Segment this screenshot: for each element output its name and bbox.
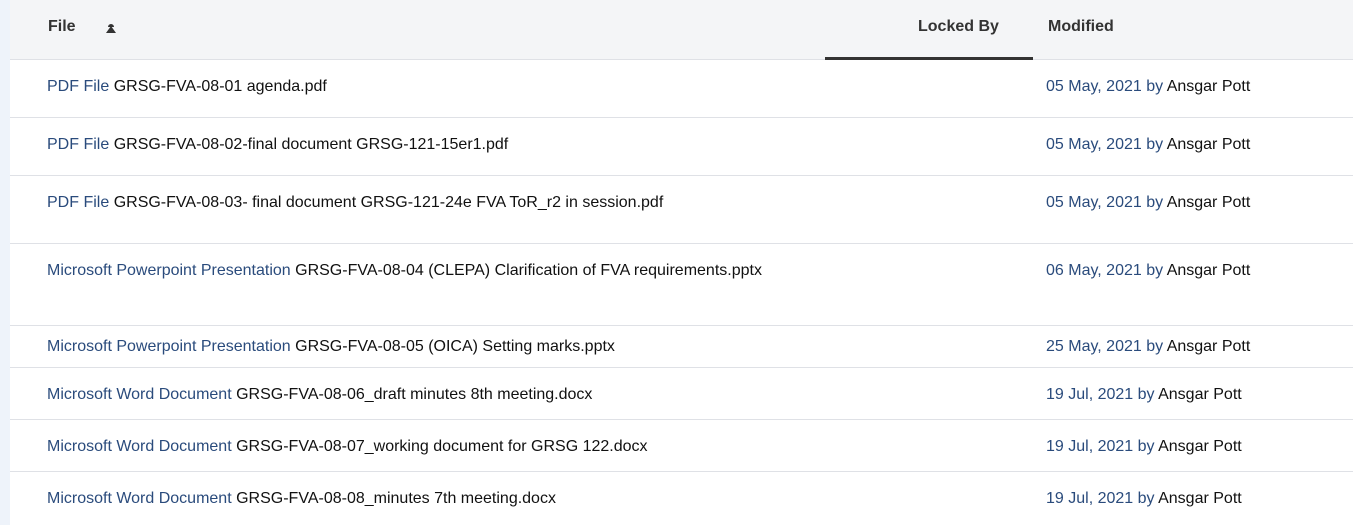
modified-by-label: by (1137, 490, 1155, 507)
modified-cell: 19 Jul, 2021 by Ansgar Pott (1046, 385, 1242, 405)
modified-by-label: by (1137, 386, 1155, 403)
file-cell: Microsoft Word Document GRSG-FVA-08-06_d… (47, 385, 807, 405)
modified-by-label: by (1146, 136, 1164, 153)
modified-user-link[interactable]: Ansgar Pott (1167, 136, 1251, 153)
column-header-locked-by[interactable]: Locked By (918, 18, 999, 36)
modified-cell: 05 May, 2021 by Ansgar Pott (1046, 77, 1250, 97)
modified-by-label: by (1146, 78, 1164, 95)
modified-user-link[interactable]: Ansgar Pott (1158, 438, 1242, 455)
left-margin-strip (0, 0, 10, 525)
modified-cell: 19 Jul, 2021 by Ansgar Pott (1046, 489, 1242, 509)
modified-date: 19 Jul, 2021 (1046, 438, 1134, 455)
column-header-modified[interactable]: Modified (1048, 18, 1114, 36)
file-name-link[interactable]: GRSG-FVA-08-05 (OICA) Setting marks.pptx (295, 338, 615, 355)
modified-date: 19 Jul, 2021 (1046, 490, 1134, 507)
file-name-link[interactable]: GRSG-FVA-08-01 agenda.pdf (114, 78, 327, 95)
modified-date: 25 May, 2021 (1046, 338, 1142, 355)
table-row: PDF File GRSG-FVA-08-03- final document … (10, 176, 1353, 244)
modified-user-link[interactable]: Ansgar Pott (1158, 490, 1242, 507)
modified-date: 19 Jul, 2021 (1046, 386, 1134, 403)
table-row: PDF File GRSG-FVA-08-01 agenda.pdf 05 Ma… (10, 60, 1353, 118)
modified-user-link[interactable]: Ansgar Pott (1167, 338, 1251, 355)
file-type-link[interactable]: PDF File (47, 194, 109, 211)
file-type-link[interactable]: PDF File (47, 78, 109, 95)
table-row: PDF File GRSG-FVA-08-02-final document G… (10, 118, 1353, 176)
file-name-link[interactable]: GRSG-FVA-08-08_minutes 7th meeting.docx (236, 490, 556, 507)
table-row: Microsoft Powerpoint Presentation GRSG-F… (10, 244, 1353, 326)
file-cell: PDF File GRSG-FVA-08-01 agenda.pdf (47, 77, 807, 97)
table-row: Microsoft Word Document GRSG-FVA-08-08_m… (10, 472, 1353, 525)
file-type-link[interactable]: Microsoft Word Document (47, 490, 232, 507)
file-type-link[interactable]: Microsoft Word Document (47, 386, 232, 403)
table-row: Microsoft Word Document GRSG-FVA-08-06_d… (10, 368, 1353, 420)
modified-by-label: by (1146, 338, 1164, 355)
file-name-link[interactable]: GRSG-FVA-08-04 (CLEPA) Clarification of … (295, 262, 762, 279)
file-cell: Microsoft Word Document GRSG-FVA-08-07_w… (47, 437, 807, 457)
modified-user-link[interactable]: Ansgar Pott (1167, 262, 1251, 279)
file-name-link[interactable]: GRSG-FVA-08-06_draft minutes 8th meeting… (236, 386, 592, 403)
modified-by-label: by (1137, 438, 1155, 455)
modified-cell: 05 May, 2021 by Ansgar Pott (1046, 135, 1250, 155)
modified-date: 05 May, 2021 (1046, 78, 1142, 95)
table-header: File Locked By Modified (10, 0, 1353, 60)
file-cell: Microsoft Powerpoint Presentation GRSG-F… (47, 337, 807, 357)
modified-by-label: by (1146, 262, 1164, 279)
modified-user-link[interactable]: Ansgar Pott (1167, 78, 1251, 95)
column-header-file[interactable]: File (48, 18, 76, 36)
attachments-table: File Locked By Modified PDF File GRSG-FV… (10, 0, 1353, 525)
file-type-link[interactable]: Microsoft Powerpoint Presentation (47, 338, 291, 355)
table-row: Microsoft Powerpoint Presentation GRSG-F… (10, 326, 1353, 368)
sort-ascending-icon[interactable] (106, 26, 116, 33)
file-cell: Microsoft Word Document GRSG-FVA-08-08_m… (47, 489, 807, 509)
table-row: Microsoft Word Document GRSG-FVA-08-07_w… (10, 420, 1353, 472)
file-name-link[interactable]: GRSG-FVA-08-02-final document GRSG-121-1… (114, 136, 509, 153)
file-name-link[interactable]: GRSG-FVA-08-03- final document GRSG-121-… (114, 194, 664, 211)
modified-date: 05 May, 2021 (1046, 136, 1142, 153)
modified-date: 05 May, 2021 (1046, 194, 1142, 211)
modified-user-link[interactable]: Ansgar Pott (1158, 386, 1242, 403)
file-type-link[interactable]: PDF File (47, 136, 109, 153)
file-cell: PDF File GRSG-FVA-08-03- final document … (47, 193, 807, 213)
modified-cell: 19 Jul, 2021 by Ansgar Pott (1046, 437, 1242, 457)
file-type-link[interactable]: Microsoft Powerpoint Presentation (47, 262, 291, 279)
modified-cell: 25 May, 2021 by Ansgar Pott (1046, 337, 1250, 357)
file-cell: Microsoft Powerpoint Presentation GRSG-F… (47, 261, 807, 281)
file-type-link[interactable]: Microsoft Word Document (47, 438, 232, 455)
modified-date: 06 May, 2021 (1046, 262, 1142, 279)
file-cell: PDF File GRSG-FVA-08-02-final document G… (47, 135, 807, 155)
modified-cell: 06 May, 2021 by Ansgar Pott (1046, 261, 1250, 281)
modified-by-label: by (1146, 194, 1164, 211)
modified-cell: 05 May, 2021 by Ansgar Pott (1046, 193, 1250, 213)
file-name-link[interactable]: GRSG-FVA-08-07_working document for GRSG… (236, 438, 647, 455)
modified-user-link[interactable]: Ansgar Pott (1167, 194, 1251, 211)
